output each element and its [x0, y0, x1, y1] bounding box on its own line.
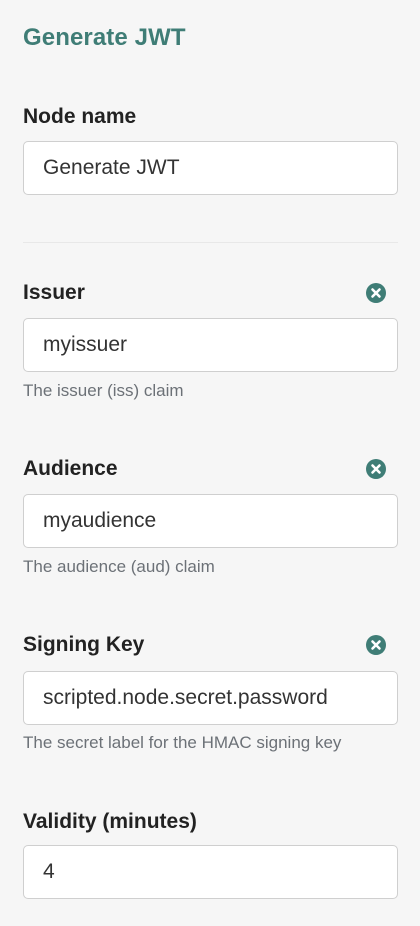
audience-label: Audience	[23, 457, 118, 480]
node-name-input[interactable]	[23, 141, 398, 195]
issuer-input[interactable]	[23, 318, 398, 372]
node-name-label: Node name	[23, 105, 137, 128]
signing-key-help-text: The secret label for the HMAC signing ke…	[23, 733, 342, 752]
issuer-clear-icon[interactable]	[366, 283, 386, 303]
issuer-label: Issuer	[23, 281, 85, 304]
signing-key-input[interactable]	[23, 671, 398, 725]
issuer-help-text: The issuer (iss) claim	[23, 381, 184, 400]
node-properties-panel: Generate JWT Node name Issuer The issuer…	[0, 0, 420, 926]
audience-clear-icon[interactable]	[366, 459, 386, 479]
divider	[23, 242, 398, 243]
signing-key-clear-icon[interactable]	[366, 635, 386, 655]
audience-help-text: The audience (aud) claim	[23, 557, 215, 576]
validity-input[interactable]	[23, 845, 398, 899]
audience-input[interactable]	[23, 494, 398, 548]
validity-label: Validity (minutes)	[23, 810, 197, 833]
signing-key-label: Signing Key	[23, 633, 145, 656]
panel-title: Generate JWT	[23, 24, 186, 51]
